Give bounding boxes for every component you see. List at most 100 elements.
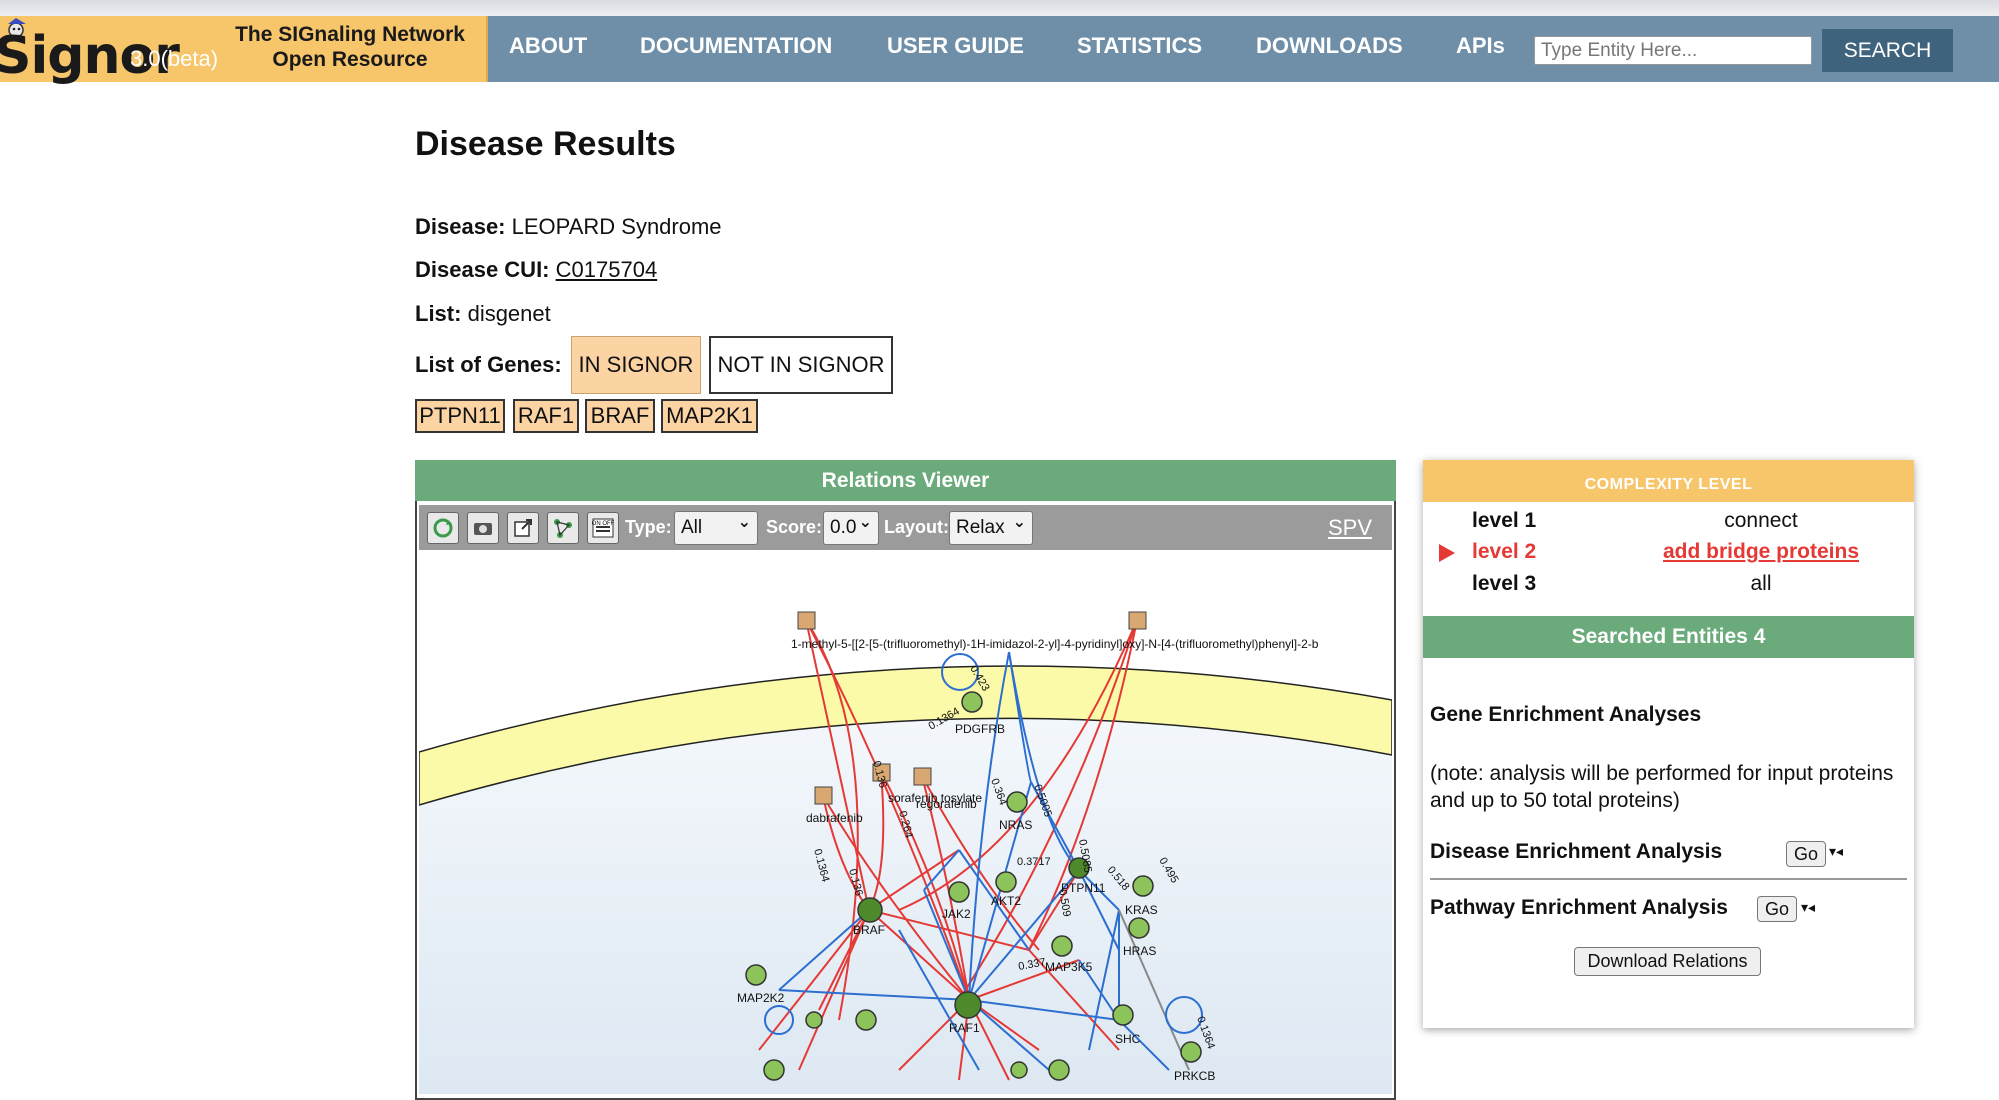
score-select-value: 0.0 bbox=[830, 517, 857, 538]
level-name: level 3 bbox=[1472, 572, 1537, 595]
node-map3k5[interactable] bbox=[1051, 935, 1073, 957]
nav-documentation[interactable]: DOCUMENTATION bbox=[640, 33, 832, 59]
gene-tag-ptpn11[interactable]: PTPN11 bbox=[415, 399, 505, 433]
label-chem1: 1-methyl-5-[[2-[5-(trifluoromethyl)-1H-i… bbox=[791, 637, 1319, 651]
list-label: List: bbox=[415, 301, 462, 326]
toggle-icon-text: ON OFF bbox=[592, 521, 615, 527]
cui-row: Disease CUI: C0175704 bbox=[415, 257, 657, 283]
chevron-down-icon: ⌄ bbox=[737, 512, 751, 531]
node-braf[interactable] bbox=[857, 897, 883, 923]
complexity-header: COMPLEXITY LEVEL bbox=[1423, 460, 1914, 502]
node-map2k1[interactable] bbox=[763, 1059, 785, 1081]
cui-link[interactable]: C0175704 bbox=[556, 257, 658, 282]
label-raf1: RAF1 bbox=[949, 1021, 980, 1035]
graph-icon[interactable] bbox=[547, 512, 579, 544]
node-nras[interactable] bbox=[1006, 791, 1028, 813]
gene-tag-map2k1[interactable]: MAP2K1 bbox=[661, 399, 758, 433]
export-icon[interactable] bbox=[507, 512, 539, 544]
nav-user-guide[interactable]: USER GUIDE bbox=[887, 33, 1024, 59]
chem-node-1[interactable] bbox=[797, 611, 816, 630]
chevron-down-icon: ⌄ bbox=[858, 512, 872, 531]
gene-enrichment-title: Gene Enrichment Analyses bbox=[1430, 703, 1702, 726]
selected-arrow-icon bbox=[1439, 544, 1455, 562]
level-name: level 1 bbox=[1472, 509, 1537, 532]
node-misc-1[interactable] bbox=[805, 1011, 823, 1029]
type-select[interactable]: All ⌄ bbox=[674, 511, 758, 545]
level-row-3[interactable]: level 3 all bbox=[1423, 572, 1914, 602]
genes-label: List of Genes: bbox=[415, 352, 562, 377]
node-jak2[interactable] bbox=[948, 881, 970, 903]
disease-enrichment-toggle-icon[interactable]: ▾◂ bbox=[1829, 844, 1843, 860]
label-jak2: JAK2 bbox=[942, 907, 971, 921]
camera-icon[interactable] bbox=[467, 512, 499, 544]
level-desc[interactable]: connect bbox=[1613, 509, 1909, 533]
node-kras[interactable] bbox=[1132, 875, 1154, 897]
node-hras[interactable] bbox=[1128, 917, 1150, 939]
chem-node-2[interactable] bbox=[1128, 611, 1147, 630]
label-kras: KRAS bbox=[1125, 903, 1158, 917]
level-row-1[interactable]: level 1 connect bbox=[1423, 509, 1914, 539]
nav-apis[interactable]: APIs bbox=[1456, 33, 1505, 59]
disease-value: LEOPARD Syndrome bbox=[511, 214, 722, 239]
score-select[interactable]: 0.0 ⌄ bbox=[823, 511, 879, 545]
level-row-2[interactable]: level 2 add bridge proteins bbox=[1423, 540, 1914, 570]
node-misc-2[interactable] bbox=[1010, 1061, 1028, 1079]
disease-row: Disease: LEOPARD Syndrome bbox=[415, 214, 722, 240]
node-prkcb[interactable] bbox=[1180, 1041, 1202, 1063]
level-desc[interactable]: add bridge proteins bbox=[1613, 540, 1909, 564]
in-signor-tab[interactable]: IN SIGNOR bbox=[571, 336, 701, 394]
list-value: disgenet bbox=[467, 301, 551, 326]
cui-label: Disease CUI: bbox=[415, 257, 550, 282]
label-map2k2: MAP2K2 bbox=[737, 991, 785, 1005]
list-row: List: disgenet bbox=[415, 301, 551, 327]
disease-enrichment-label: Disease Enrichment Analysis bbox=[1430, 840, 1723, 863]
chem-node-regorafenib[interactable] bbox=[913, 767, 932, 786]
score-label: Score: bbox=[766, 517, 823, 537]
not-in-signor-tab[interactable]: NOT IN SIGNOR bbox=[709, 336, 893, 394]
disease-enrichment-go-button[interactable]: Go bbox=[1786, 841, 1826, 867]
level-desc[interactable]: all bbox=[1613, 572, 1909, 596]
pathway-enrichment-toggle-icon[interactable]: ▾◂ bbox=[1801, 900, 1815, 916]
label-shc: SHC bbox=[1115, 1032, 1141, 1046]
refresh-icon[interactable] bbox=[427, 512, 459, 544]
node-akt1[interactable] bbox=[1048, 1059, 1070, 1081]
disease-label: Disease: bbox=[415, 214, 506, 239]
nav-downloads[interactable]: DOWNLOADS bbox=[1256, 33, 1403, 59]
toggle-icon[interactable]: ON OFF bbox=[587, 512, 619, 544]
enrichment-note: (note: analysis will be performed for in… bbox=[1430, 762, 1894, 812]
label-nras: NRAS bbox=[999, 818, 1032, 832]
node-raf1[interactable] bbox=[954, 991, 982, 1019]
layout-label: Layout: bbox=[884, 517, 949, 537]
label-braf: BRAF bbox=[853, 923, 885, 937]
chem-node-dabrafenib[interactable] bbox=[814, 786, 833, 805]
gene-tag-raf1[interactable]: RAF1 bbox=[513, 399, 579, 433]
nav-about[interactable]: ABOUT bbox=[509, 33, 587, 59]
label-pdgfrb: PDGFRB bbox=[955, 722, 1005, 736]
logo-version: 3.0(beta) bbox=[130, 46, 219, 71]
label-regorafenib: regorafenib bbox=[916, 797, 977, 811]
logo-area[interactable]: Signor 3.0(beta) The SIGnaling Network O… bbox=[0, 16, 488, 86]
network-graph[interactable]: 1-methyl-5-[[2-[5-(trifluoromethyl)-1H-i… bbox=[419, 550, 1392, 1094]
node-pdgfrb[interactable] bbox=[961, 691, 983, 713]
spv-link[interactable]: SPV bbox=[1328, 515, 1372, 541]
edge-score: 0.3717 bbox=[1017, 856, 1051, 868]
node-akt2[interactable] bbox=[995, 871, 1017, 893]
gene-tag-braf[interactable]: BRAF bbox=[585, 399, 655, 433]
download-relations-button[interactable]: Download Relations bbox=[1574, 947, 1761, 976]
layout-select-value: Relax bbox=[956, 517, 1005, 538]
nav-statistics[interactable]: STATISTICS bbox=[1077, 33, 1202, 59]
pathway-enrichment-label: Pathway Enrichment Analysis bbox=[1430, 896, 1728, 919]
entity-search-input[interactable] bbox=[1534, 36, 1812, 65]
searched-entities-header[interactable]: Searched Entities 4 bbox=[1423, 616, 1914, 658]
search-button[interactable]: SEARCH bbox=[1822, 29, 1953, 72]
label-dabrafenib: dabrafenib bbox=[806, 811, 863, 825]
node-map2k2[interactable] bbox=[745, 964, 767, 986]
node-shc[interactable] bbox=[1112, 1004, 1134, 1026]
browser-top-shade bbox=[0, 0, 1999, 16]
type-label: Type: bbox=[625, 517, 672, 537]
chevron-down-icon: ⌄ bbox=[1012, 512, 1026, 531]
type-select-value: All bbox=[681, 517, 703, 538]
layout-select[interactable]: Relax ⌄ bbox=[949, 511, 1033, 545]
pathway-enrichment-go-button[interactable]: Go bbox=[1757, 896, 1797, 922]
node-mapk1[interactable] bbox=[855, 1009, 877, 1031]
